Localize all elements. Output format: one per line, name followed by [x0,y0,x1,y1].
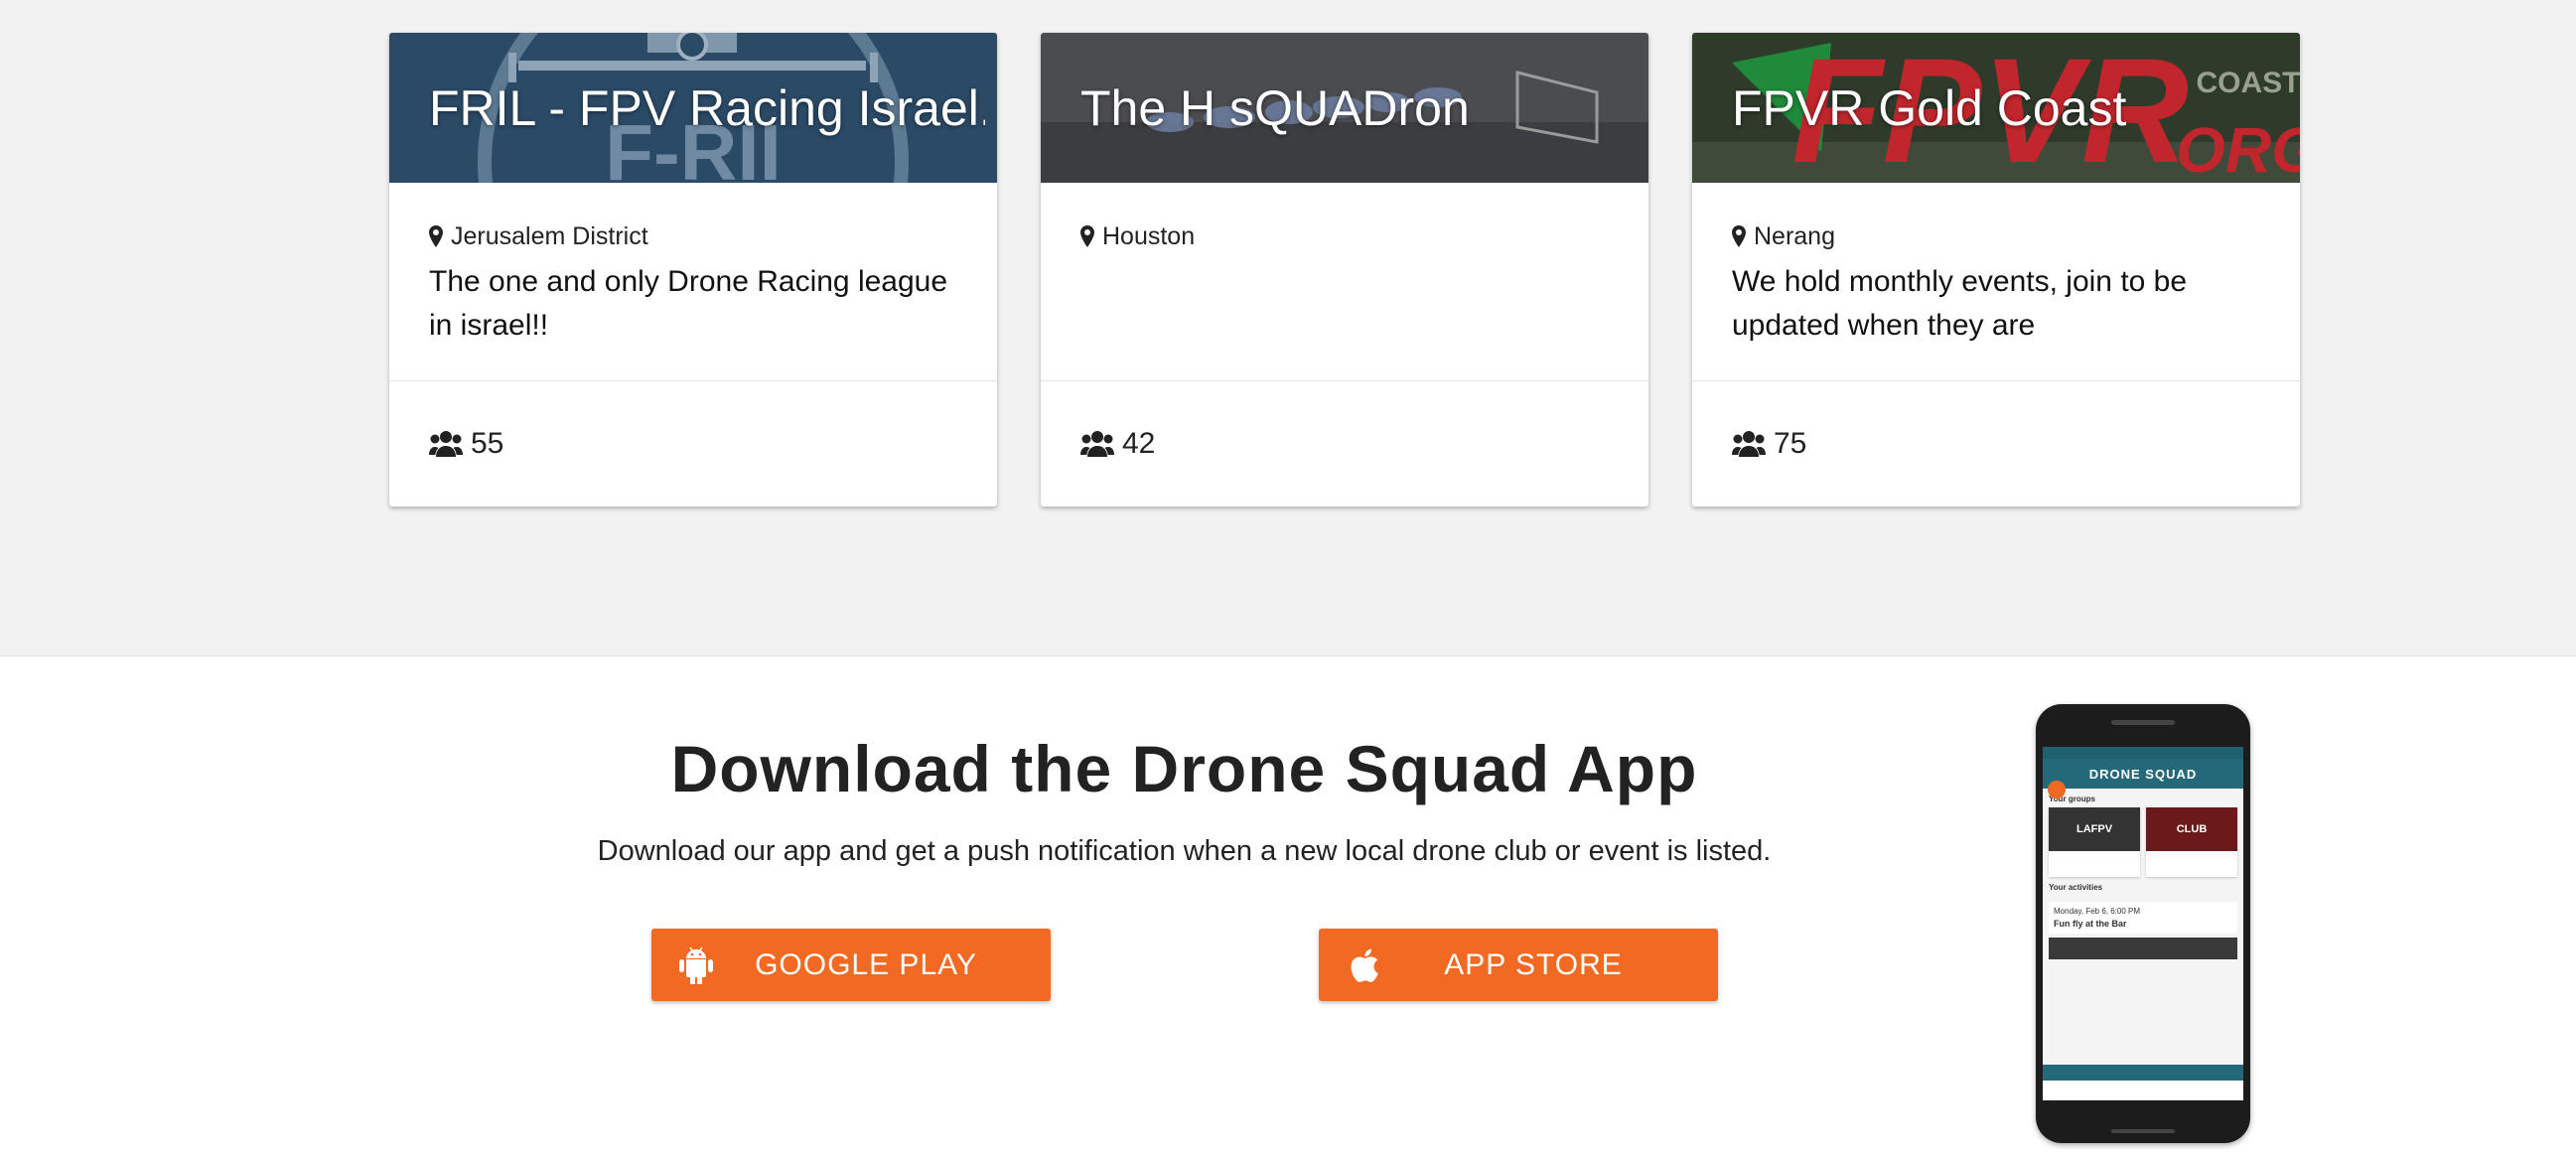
group-card-body: Nerang We hold monthly events, join to b… [1692,183,2300,381]
phone-group-image: LAFPV [2049,807,2140,851]
phone-status-bar [2043,747,2243,759]
map-marker-icon [1080,225,1094,247]
phone-mockup: DRONE SQUAD Your groups LAFPV CLUB Your … [2036,704,2250,1143]
phone-group-card: CLUB [2146,807,2237,877]
app-download-section: Download the Drone Squad App Download ou… [0,655,2576,1158]
phone-activity-strip [2049,938,2237,959]
google-play-button[interactable]: GOOGLE PLAY [651,929,1051,1001]
group-card[interactable]: FPVR ORG COAST FPVR Gold Coast Nerang We… [1692,33,2300,507]
app-store-button[interactable]: APP STORE [1319,929,1718,1001]
group-card[interactable]: The H sQUADron Houston 42 [1041,33,1648,507]
phone-app-bar: DRONE SQUAD [2043,759,2243,789]
group-member-count: 42 [1122,426,1156,460]
group-card-header[interactable]: The H sQUADron [1041,33,1648,183]
phone-activity-title: Fun fly at the Bar [2054,919,2127,929]
group-description: We hold monthly events, join to be updat… [1732,265,2188,342]
phone-activities-label: Your activities [2049,883,2103,892]
group-card[interactable]: F-RII FRIL - FPV Racing Israel... Jerusa… [389,33,997,507]
phone-activity-date: Monday, Feb 6, 6:00 PM [2054,907,2141,916]
app-store-label: APP STORE [1444,947,1623,981]
phone-group-image: CLUB [2146,807,2237,851]
group-members: 55 [389,381,997,506]
phone-bottom-nav [2043,1065,2243,1081]
users-icon [429,430,463,457]
group-card-header[interactable]: F-RII FRIL - FPV Racing Israel... [389,33,997,183]
phone-activity: Monday, Feb 6, 6:00 PM Fun fly at the Ba… [2049,902,2237,934]
android-icon [651,946,741,984]
phone-screen: DRONE SQUAD Your groups LAFPV CLUB Your … [2043,747,2243,1100]
group-title[interactable]: The H sQUADron [1080,33,1637,183]
group-description: The one and only Drone Racing league in … [429,265,948,342]
group-card-body: Houston [1041,183,1648,381]
group-location: Houston [1080,220,1609,252]
group-member-count: 55 [471,426,504,460]
group-card-body: Jerusalem District The one and only Dron… [389,183,997,381]
group-location: Nerang [1732,220,2260,252]
phone-chin [2111,1129,2175,1133]
group-title[interactable]: FPVR Gold Coast [1732,33,2288,183]
users-icon [1732,430,1766,457]
app-download-subtitle: Download our app and get a push notifica… [597,835,1772,867]
group-card-header[interactable]: FPVR ORG COAST FPVR Gold Coast [1692,33,2300,183]
phone-group-card: LAFPV [2049,807,2140,877]
group-members: 75 [1692,381,2300,506]
group-member-count: 75 [1774,426,1807,460]
google-play-label: GOOGLE PLAY [755,947,977,981]
phone-groups-label: Your groups [2049,795,2095,803]
map-marker-icon [1732,225,1746,247]
group-location-text: Houston [1102,221,1196,250]
group-location-text: Nerang [1754,221,1835,250]
group-location-text: Jerusalem District [451,221,648,250]
groups-section: F-RII FRIL - FPV Racing Israel... Jerusa… [0,0,2576,655]
map-marker-icon [429,225,443,247]
apple-icon [1319,946,1408,984]
phone-fab-icon [2048,781,2066,798]
phone-system-nav [2043,1081,2243,1100]
app-download-title: Download the Drone Squad App [670,732,1698,805]
phone-groups: LAFPV CLUB [2043,807,2243,877]
phone-speaker [2111,720,2175,725]
group-title[interactable]: FRIL - FPV Racing Israel... [429,33,985,183]
group-location: Jerusalem District [429,220,957,252]
group-members: 42 [1041,381,1648,506]
users-icon [1080,430,1114,457]
